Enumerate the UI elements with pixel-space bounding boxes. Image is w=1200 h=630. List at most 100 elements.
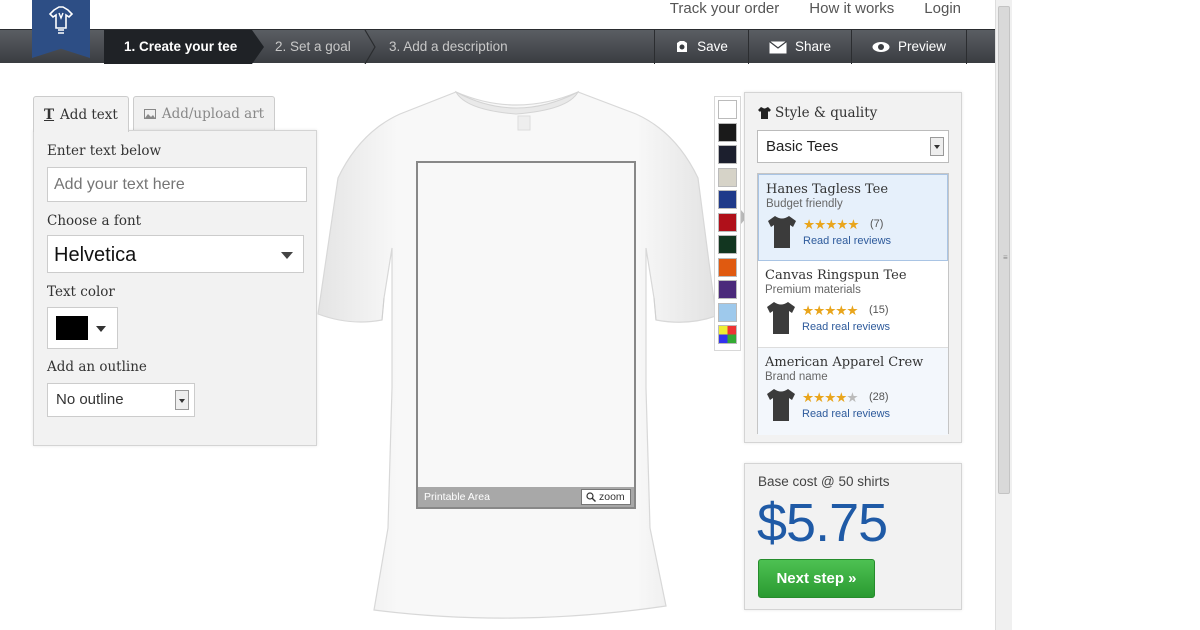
font-label: Choose a font xyxy=(47,213,142,229)
read-reviews-link[interactable]: Read real reviews xyxy=(803,235,891,247)
top-nav: Track your order How it works Login xyxy=(670,0,961,22)
color-swatch[interactable] xyxy=(718,280,737,299)
style-quality-panel: Style & quality Basic Tees Hanes Tagless… xyxy=(744,92,962,443)
printable-area[interactable]: Printable Area zoom xyxy=(416,161,636,509)
star-rating: ★★★★★ xyxy=(803,217,860,232)
tshirt-thumbnail-icon xyxy=(767,389,795,421)
step-add-description[interactable]: 3. Add a description xyxy=(369,30,529,64)
enter-text-label: Enter text below xyxy=(47,143,162,159)
eye-icon xyxy=(872,42,890,52)
step-label: 3. Add a description xyxy=(389,39,508,54)
color-swatch[interactable] xyxy=(718,190,737,209)
color-swatch[interactable] xyxy=(718,100,737,119)
zoom-label: zoom xyxy=(599,491,625,503)
design-tabs: T Add text Add/upload art xyxy=(33,96,276,132)
base-cost-price: $5.75 xyxy=(757,493,888,553)
shirt-lightbulb-icon xyxy=(48,6,74,34)
product-item[interactable]: Canvas Ringspun Tee Premium materials ★★★★… xyxy=(758,261,948,348)
more-colors-icon[interactable] xyxy=(718,325,737,344)
product-subtitle: Budget friendly xyxy=(766,198,843,210)
preview-button[interactable]: Preview xyxy=(850,30,967,64)
panel-title-text: Style & quality xyxy=(775,105,878,121)
how-it-works-link[interactable]: How it works xyxy=(809,0,894,22)
outline-select[interactable]: No outline xyxy=(47,383,195,417)
product-list: Hanes Tagless Tee Budget friendly ★★★★★ (7)… xyxy=(757,173,949,435)
save-button[interactable]: Save xyxy=(654,30,748,64)
image-icon xyxy=(143,108,156,119)
next-step-button[interactable]: Next step » xyxy=(758,559,875,598)
font-value: Helvetica xyxy=(54,244,137,266)
color-swatch[interactable] xyxy=(718,302,737,322)
color-swatch[interactable] xyxy=(718,145,737,164)
read-reviews-link[interactable]: Read real reviews xyxy=(802,408,890,420)
track-order-link[interactable]: Track your order xyxy=(670,0,779,22)
color-swatch[interactable] xyxy=(718,257,737,277)
toolbar-actions: Save Share Preview xyxy=(654,30,967,64)
product-item[interactable]: American Apparel Crew Brand name ★★★★★ (28)… xyxy=(758,348,948,435)
review-count: (28) xyxy=(869,391,889,403)
text-color-picker[interactable] xyxy=(47,307,118,349)
zoom-button[interactable]: zoom xyxy=(581,489,631,505)
shirt-color-swatches xyxy=(714,96,741,351)
grip-icon: ≡ xyxy=(1003,253,1008,262)
preview-label: Preview xyxy=(897,39,946,54)
tab-label: Add/upload art xyxy=(161,105,265,122)
outline-label: Add an outline xyxy=(47,359,147,375)
page: Track your order How it works Login 1. C… xyxy=(0,0,995,630)
text-options-panel: Enter text below Choose a font Helvetica… xyxy=(33,130,317,446)
product-name: American Apparel Crew xyxy=(765,355,924,370)
style-value: Basic Tees xyxy=(766,138,839,155)
tab-add-upload-art[interactable]: Add/upload art xyxy=(132,96,276,130)
product-name: Hanes Tagless Tee xyxy=(766,182,889,197)
base-cost-label: Base cost @ 50 shirts xyxy=(758,474,890,489)
printable-label: Printable Area xyxy=(424,491,490,503)
login-link[interactable]: Login xyxy=(924,0,961,22)
color-swatch[interactable] xyxy=(718,167,737,187)
caret-down-icon xyxy=(96,326,106,332)
text-tool-icon: T xyxy=(44,106,55,123)
font-select[interactable]: Helvetica xyxy=(47,235,304,273)
text-color-label: Text color xyxy=(47,284,115,300)
step-label: 1. Create your tee xyxy=(124,39,238,54)
cost-panel: Base cost @ 50 shirts $5.75 Next step » xyxy=(744,463,962,610)
tab-add-text[interactable]: T Add text xyxy=(33,96,129,132)
style-quality-title: Style & quality xyxy=(758,105,877,121)
printable-bar: Printable Area zoom xyxy=(418,487,634,507)
outline-value: No outline xyxy=(56,391,124,408)
color-swatch[interactable] xyxy=(718,212,737,232)
save-label: Save xyxy=(697,39,728,54)
style-select[interactable]: Basic Tees xyxy=(757,130,949,163)
caret-down-icon xyxy=(281,252,293,259)
tshirt-thumbnail-icon xyxy=(768,216,796,248)
color-swatch[interactable] xyxy=(718,122,737,142)
step-set-goal[interactable]: 2. Set a goal xyxy=(255,30,376,64)
step-bar: 1. Create your tee 2. Set a goal 3. Add … xyxy=(0,29,995,64)
tshirt-thumbnail-icon xyxy=(767,302,795,334)
color-swatch xyxy=(56,316,88,340)
page-scrollbar[interactable]: ≡ xyxy=(995,0,1012,630)
step-arrow xyxy=(252,30,264,64)
product-subtitle: Premium materials xyxy=(765,284,861,296)
save-icon xyxy=(677,41,688,52)
product-name: Canvas Ringspun Tee xyxy=(765,268,907,283)
envelope-icon xyxy=(769,40,787,53)
color-swatch[interactable] xyxy=(718,235,737,254)
dropdown-button[interactable] xyxy=(175,390,189,410)
dropdown-button[interactable] xyxy=(930,137,944,156)
product-subtitle: Brand name xyxy=(765,371,828,383)
magnifier-icon xyxy=(586,492,596,502)
review-count: (7) xyxy=(870,218,884,230)
product-item[interactable]: Hanes Tagless Tee Budget friendly ★★★★★ (7)… xyxy=(758,174,948,261)
tab-label: Add text xyxy=(60,106,118,123)
review-count: (15) xyxy=(869,304,889,316)
star-rating: ★★★★★ xyxy=(802,390,859,405)
share-label: Share xyxy=(794,39,831,54)
scrollbar-thumb[interactable]: ≡ xyxy=(998,6,1010,494)
step-label: 2. Set a goal xyxy=(275,39,351,54)
share-button[interactable]: Share xyxy=(747,30,851,64)
read-reviews-link[interactable]: Read real reviews xyxy=(802,321,890,333)
text-input[interactable] xyxy=(47,167,307,202)
step-create-tee[interactable]: 1. Create your tee xyxy=(104,30,264,64)
tshirt-icon xyxy=(758,107,771,119)
star-rating: ★★★★★ xyxy=(802,303,859,318)
